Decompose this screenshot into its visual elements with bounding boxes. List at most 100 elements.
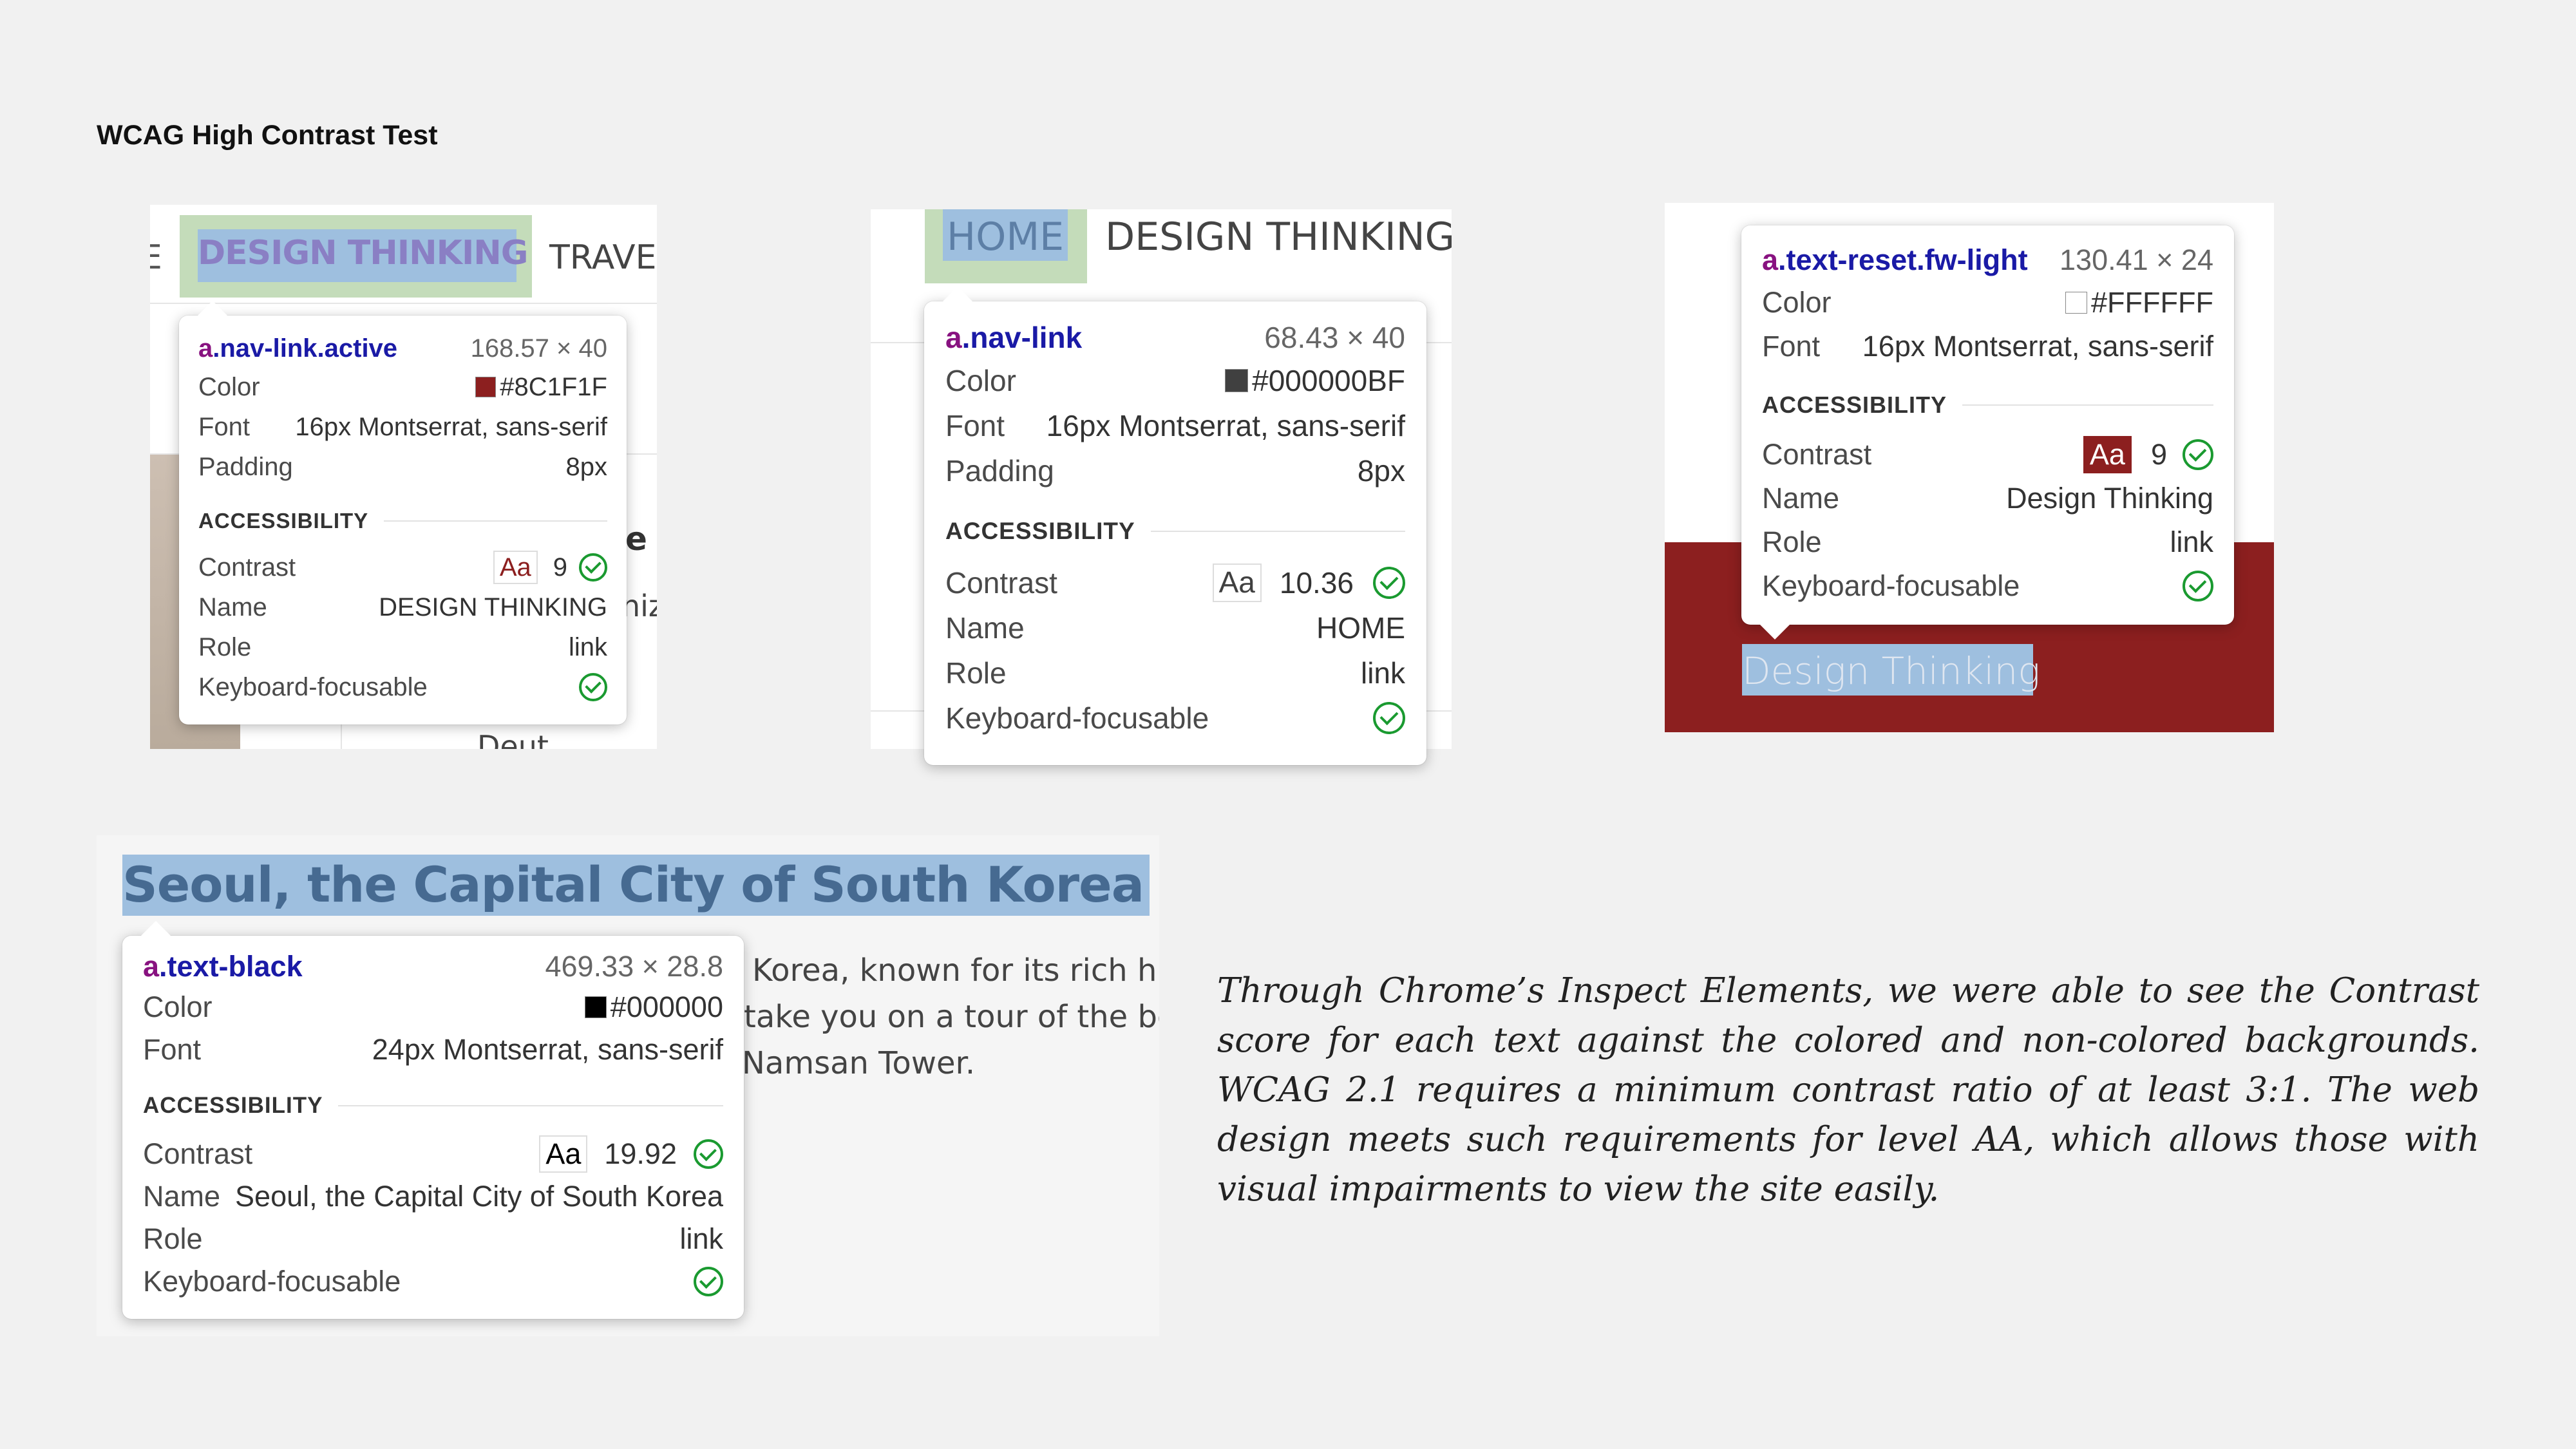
font-label: Font: [143, 1033, 202, 1066]
page-title: WCAG High Contrast Test: [97, 120, 438, 151]
keyboard-focusable-label: Keyboard-focusable: [198, 672, 428, 701]
nav-item-left-fragment[interactable]: E: [150, 238, 162, 277]
padding-value: 8px: [1357, 454, 1405, 488]
contrast-value: 10.36: [1279, 566, 1354, 600]
devtools-tooltip: a.text-reset.fw-light 130.41 × 24 Color …: [1741, 225, 2234, 639]
contrast-label: Contrast: [1762, 438, 1872, 471]
color-swatch: [2065, 292, 2088, 314]
font-value: 24px Montserrat, sans-serif: [372, 1033, 723, 1066]
contrast-sample: Aa: [2083, 436, 2132, 473]
background-text-fragment: niz: [621, 589, 657, 623]
keyboard-focusable-label: Keyboard-focusable: [1762, 569, 2020, 602]
font-label: Font: [945, 409, 1005, 442]
contrast-value: 9: [2150, 438, 2167, 471]
font-label: Font: [198, 412, 251, 441]
accessibility-heading: ACCESSIBILITY: [198, 509, 369, 533]
name-label: Name: [198, 592, 267, 621]
color-swatch: [584, 996, 607, 1018]
name-value: Design Thinking: [2006, 482, 2213, 515]
tooltip-caret: [942, 287, 973, 302]
contrast-label: Contrast: [945, 566, 1057, 600]
element-size: 469.33 × 28.8: [545, 950, 723, 983]
color-swatch: [475, 377, 497, 397]
check-icon: [2183, 439, 2213, 470]
tooltip-caret: [140, 921, 171, 936]
keyboard-focusable-label: Keyboard-focusable: [143, 1265, 401, 1298]
color-value: #000000: [610, 990, 723, 1023]
footer-link-design-thinking[interactable]: Design Thinking: [1742, 644, 2040, 696]
nav-item-home[interactable]: HOME: [925, 209, 1087, 283]
color-label: Color: [1762, 286, 1832, 319]
contrast-value: 9: [553, 553, 567, 582]
devtools-tooltip: a.nav-link 68.43 × 40 Color #000000BF Fo…: [924, 287, 1426, 765]
role-label: Role: [198, 632, 252, 661]
color-value: #FFFFFF: [2091, 286, 2213, 319]
check-icon: [1373, 702, 1405, 734]
font-value: 16px Montserrat, sans-serif: [295, 412, 607, 441]
check-icon: [1373, 567, 1405, 599]
role-value: link: [2170, 526, 2213, 558]
tooltip-caret: [197, 301, 228, 316]
name-value: HOME: [1316, 611, 1405, 645]
color-label: Color: [143, 990, 213, 1023]
article-heading[interactable]: Seoul, the Capital City of South Korea: [122, 855, 1150, 916]
check-icon: [694, 1267, 723, 1296]
element-selector: a.nav-link: [945, 321, 1083, 354]
role-label: Role: [143, 1222, 203, 1255]
role-label: Role: [1762, 526, 1822, 558]
check-icon: [694, 1139, 723, 1169]
padding-value: 8px: [565, 452, 608, 481]
role-value: link: [679, 1222, 723, 1255]
accessibility-heading: ACCESSIBILITY: [143, 1093, 323, 1118]
padding-label: Padding: [945, 454, 1054, 488]
padding-label: Padding: [198, 452, 293, 481]
body-text-line: Namsan Tower.: [742, 1045, 976, 1081]
nav-item-travel[interactable]: TRAVE: [549, 238, 656, 277]
check-icon: [579, 673, 607, 701]
check-icon: [579, 553, 607, 582]
name-label: Name: [143, 1180, 221, 1213]
font-value: 16px Montserrat, sans-serif: [1862, 330, 2213, 363]
color-value: #000000BF: [1252, 364, 1405, 397]
background-text-fragment: e: [625, 520, 647, 558]
nav-item-design-thinking[interactable]: DESIGN THINKING: [180, 215, 532, 298]
footer-link-label: Design Thinking: [1742, 649, 2041, 693]
element-size: 168.57 × 40: [470, 334, 607, 363]
nav-item-design-thinking[interactable]: DESIGN THINKING: [1105, 214, 1452, 260]
color-swatch: [1225, 369, 1249, 392]
color-label: Color: [945, 364, 1016, 397]
contrast-value: 19.92: [604, 1137, 677, 1170]
font-value: 16px Montserrat, sans-serif: [1046, 409, 1405, 442]
nav-active-label: DESIGN THINKING: [198, 234, 528, 272]
name-label: Name: [945, 611, 1025, 645]
name-value: DESIGN THINKING: [379, 592, 607, 621]
element-size: 68.43 × 40: [1264, 321, 1405, 354]
contrast-sample: Aa: [493, 551, 538, 584]
color-value: #8C1F1F: [500, 372, 607, 401]
element-selector: a.text-reset.fw-light: [1762, 243, 2028, 276]
contrast-sample: Aa: [1212, 564, 1262, 602]
nav-home-label: HOME: [947, 214, 1065, 260]
keyboard-focusable-label: Keyboard-focusable: [945, 701, 1209, 735]
devtools-tooltip: a.text-black 469.33 × 28.8 Color #000000…: [122, 921, 744, 1319]
name-label: Name: [1762, 482, 1840, 515]
element-size: 130.41 × 24: [2060, 243, 2213, 276]
element-selector: a.nav-link.active: [198, 334, 398, 363]
explanation-note: Through Chrome’s Inspect Elements, we we…: [1217, 971, 2479, 1209]
color-label: Color: [198, 372, 260, 401]
element-selector: a.text-black: [143, 950, 303, 983]
devtools-tooltip: a.nav-link.active 168.57 × 40 Color #8C1…: [179, 301, 627, 724]
body-text-line: Korea, known for its rich hi: [752, 952, 1159, 989]
article-heading-text: Seoul, the Capital City of South Korea: [122, 856, 1144, 913]
contrast-sample: Aa: [539, 1135, 588, 1173]
background-text-fragment: Deut: [477, 729, 549, 749]
check-icon: [2183, 571, 2213, 601]
role-value: link: [568, 632, 607, 661]
body-text-line: take you on a tour of the be: [744, 999, 1159, 1035]
font-label: Font: [1762, 330, 1821, 363]
contrast-label: Contrast: [198, 553, 296, 582]
name-value: Seoul, the Capital City of South Korea: [235, 1180, 723, 1213]
tooltip-caret: [1759, 624, 1790, 639]
contrast-label: Contrast: [143, 1137, 253, 1170]
accessibility-heading: ACCESSIBILITY: [1762, 392, 1947, 418]
